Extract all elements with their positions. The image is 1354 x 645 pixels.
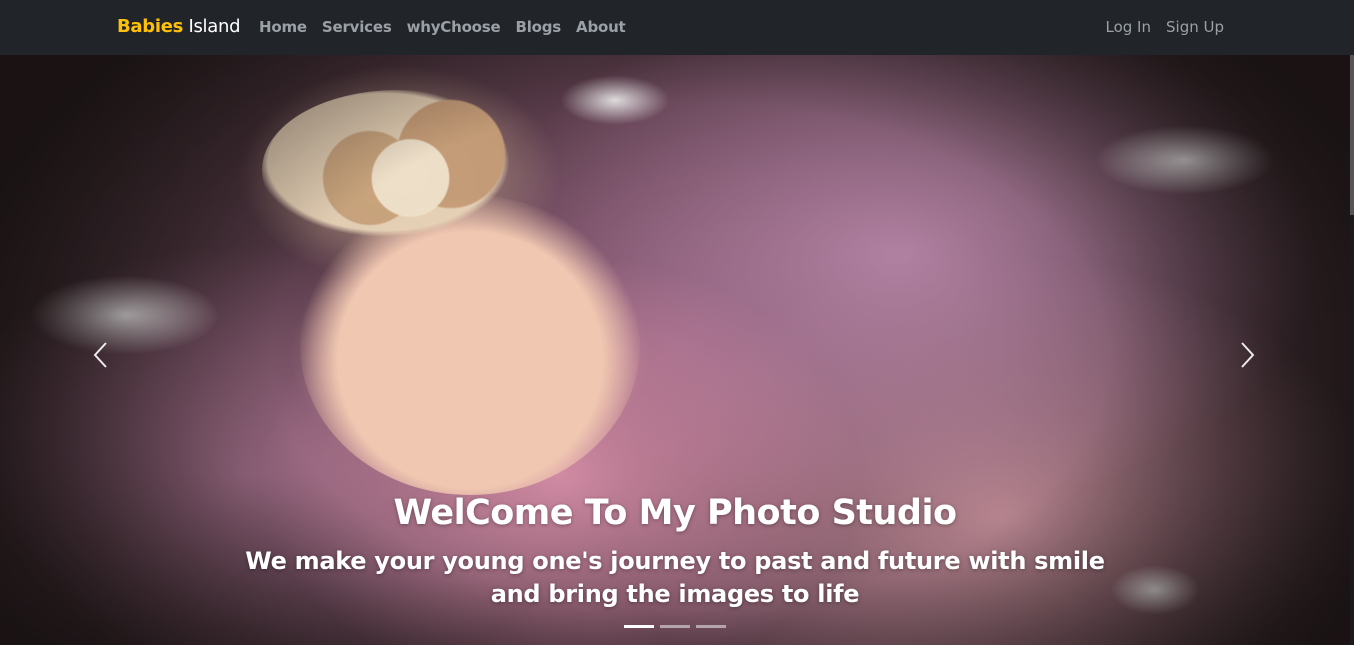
page-scrollbar[interactable]	[1350, 55, 1354, 645]
navbar: Babies Island Home Services whyChoose Bl…	[0, 0, 1354, 55]
brand-logo[interactable]: Babies Island	[117, 16, 241, 37]
nav-link-about[interactable]: About	[576, 18, 626, 36]
nav-link-services[interactable]: Services	[322, 18, 392, 36]
chevron-left-icon	[93, 342, 107, 368]
carousel-indicator-2[interactable]	[660, 625, 690, 628]
carousel-title: WelCome To My Photo Studio	[393, 493, 957, 533]
carousel-next-button[interactable]	[1232, 340, 1262, 370]
brand-name-part1: Babies	[117, 16, 184, 37]
scrollbar-thumb[interactable]	[1350, 55, 1354, 215]
login-link[interactable]: Log In	[1106, 18, 1152, 36]
auth-links: Log In Sign Up	[1091, 18, 1225, 36]
carousel-prev-button[interactable]	[86, 340, 116, 370]
chevron-right-icon	[1241, 342, 1255, 368]
carousel-indicator-1[interactable]	[624, 625, 654, 628]
nav-link-whychoose[interactable]: whyChoose	[407, 18, 501, 36]
nav-links: Home Services whyChoose Blogs About	[259, 18, 641, 36]
nav-link-blogs[interactable]: Blogs	[515, 18, 561, 36]
signup-link[interactable]: Sign Up	[1166, 18, 1224, 36]
brand-name-part2: Island	[188, 16, 241, 37]
carousel-indicators	[624, 625, 726, 628]
nav-link-home[interactable]: Home	[259, 18, 307, 36]
carousel-subtitle: We make your young one's journey to past…	[245, 547, 1105, 608]
carousel-caption: WelCome To My Photo Studio We make your …	[0, 491, 1350, 611]
carousel-indicator-3[interactable]	[696, 625, 726, 628]
hero-carousel: WelCome To My Photo Studio We make your …	[0, 55, 1350, 645]
